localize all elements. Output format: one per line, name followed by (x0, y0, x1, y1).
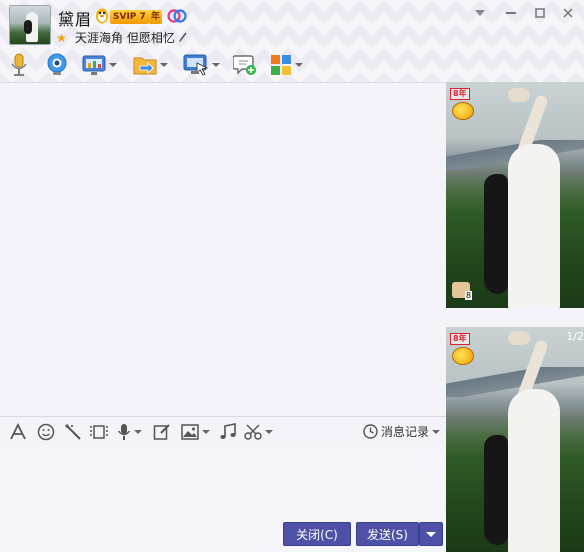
gold-medal-icon (452, 102, 474, 120)
send-button[interactable]: 发送(S) (356, 522, 419, 546)
remote-assist-icon (183, 54, 209, 76)
apps-icon (271, 55, 291, 75)
close-button[interactable]: 关闭(C) (283, 522, 351, 546)
star-icon: ★ (56, 31, 67, 45)
video-camera-icon (47, 53, 67, 75)
message-history-button[interactable]: 消息记录 (363, 423, 440, 440)
vip-year-badge: 8年 (450, 88, 470, 100)
font-icon (10, 423, 26, 440)
edit-box-icon (153, 424, 170, 440)
profile-photo[interactable]: 8年 8 (446, 82, 584, 308)
screen-share-button[interactable] (82, 52, 117, 78)
like-count: 8 (465, 291, 473, 300)
screenshot-button[interactable] (244, 423, 273, 441)
emoji-button[interactable] (37, 423, 55, 441)
screenshot-gif-button[interactable] (90, 423, 108, 441)
microphone-icon (11, 53, 27, 76)
pencil-icon[interactable] (178, 31, 188, 43)
remote-assist-button[interactable] (183, 52, 220, 78)
microphone-icon (117, 424, 131, 440)
smiley-icon (37, 423, 55, 441)
video-frame-icon (90, 425, 108, 439)
handwriting-button[interactable] (153, 423, 171, 441)
gold-medal-icon (452, 347, 474, 365)
apps-button[interactable] (270, 52, 303, 78)
file-transfer-button[interactable] (133, 52, 168, 78)
maximize-icon[interactable] (531, 4, 549, 22)
svip-badge[interactable]: SVIP 7 (110, 10, 149, 24)
format-toolbar: 消息记录 (0, 416, 446, 446)
minimize-icon[interactable] (502, 4, 520, 22)
contact-avatar[interactable] (9, 5, 51, 45)
annual-badge[interactable]: 年 (149, 10, 163, 24)
close-window-icon[interactable] (559, 4, 577, 22)
chat-toolbar (0, 48, 584, 82)
history-label: 消息记录 (380, 425, 429, 439)
magic-expression-button[interactable] (64, 423, 82, 441)
font-button[interactable] (9, 423, 27, 441)
vip-year-badge: 8年 (450, 333, 470, 345)
page-indicator: 1/2 (566, 330, 584, 343)
clock-icon (363, 424, 378, 439)
screen-share-icon (82, 55, 106, 75)
new-discussion-button[interactable] (233, 52, 257, 78)
music-button[interactable] (219, 423, 237, 441)
send-image-button[interactable] (181, 423, 210, 441)
qq-penguin-icon (96, 8, 108, 24)
scissors-icon (244, 424, 262, 440)
signature-text: 天涯海角 但愿相忆 (75, 31, 175, 45)
profile-photo[interactable]: 8年 1/2 (446, 327, 584, 552)
voice-call-button[interactable] (9, 52, 29, 78)
file-transfer-icon (133, 57, 157, 75)
image-icon (181, 424, 199, 440)
message-history-area[interactable] (0, 82, 446, 416)
magic-wand-icon (65, 424, 81, 440)
chevron-down-icon (426, 531, 436, 537)
voice-message-button[interactable] (117, 423, 142, 441)
send-options-button[interactable] (419, 522, 443, 546)
couple-icon[interactable] (167, 8, 187, 24)
video-call-button[interactable] (45, 52, 69, 78)
dropdown-menu-icon[interactable] (471, 4, 489, 22)
contact-name[interactable]: 黛眉 (58, 6, 92, 30)
new-discussion-icon (233, 55, 256, 75)
music-note-icon (220, 423, 236, 439)
